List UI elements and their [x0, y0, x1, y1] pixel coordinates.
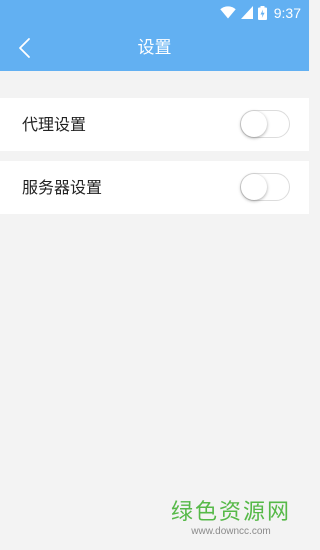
signal-icon: [240, 6, 253, 19]
watermark-url: www.downcc.com: [191, 526, 271, 537]
proxy-settings-toggle[interactable]: [240, 110, 290, 138]
settings-row-proxy: 代理设置: [0, 98, 309, 151]
app-bar: 设置: [0, 25, 309, 71]
status-icons: 9:37: [220, 0, 301, 25]
toggle-knob: [241, 111, 267, 137]
watermark: 绿色资源网 www.downcc.com: [171, 500, 291, 538]
proxy-settings-label: 代理设置: [22, 115, 87, 134]
battery-icon: [257, 5, 267, 20]
status-bar: 9:37: [0, 0, 309, 25]
page-title: 设置: [137, 38, 172, 58]
watermark-text: 绿色资源网: [170, 500, 291, 525]
toggle-knob: [241, 174, 267, 200]
server-settings-toggle[interactable]: [240, 173, 290, 201]
wifi-icon: [220, 6, 236, 19]
settings-row-server: 服务器设置: [0, 161, 309, 214]
server-settings-label: 服务器设置: [22, 178, 103, 197]
status-time: 9:37: [273, 4, 301, 21]
